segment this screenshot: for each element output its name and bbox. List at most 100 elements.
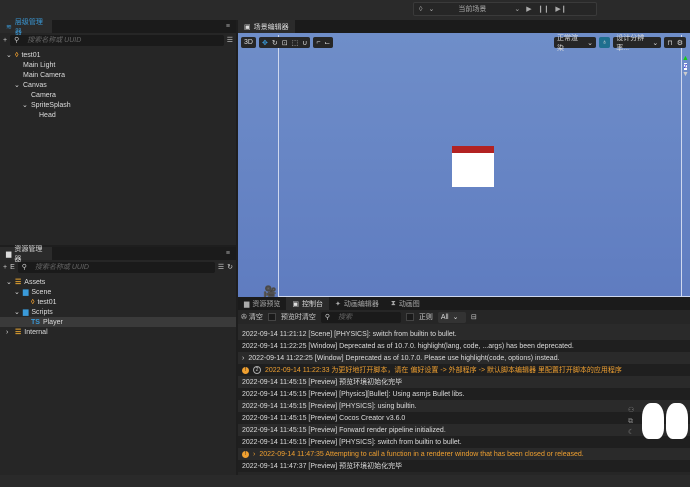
scene-tabbar: ▣ 场景编辑器 [238,20,690,33]
mascot-image [642,403,688,439]
chevron-down-icon[interactable]: ⌄ [428,5,434,13]
axis-gizmo-icon[interactable]: ▲ z ▼ [682,55,689,79]
menu-icon[interactable]: ≡ [219,247,236,260]
regex-checkbox[interactable] [405,313,414,321]
chevron-down-icon[interactable]: ⌄ [14,81,20,89]
tree-item[interactable]: ⌄ ▆ Scene [0,287,236,297]
log-text: 2022-09-14 11:21:12 [Scene] [PHYSICS]: s… [242,330,457,338]
log-entry[interactable]: 2022-09-14 11:45:15 [Preview] Forward re… [238,424,690,436]
play-icon[interactable]: ▶ [526,5,531,13]
tab-hierarchy[interactable]: ≋ 层级管理器 [0,19,52,36]
scene-viewport[interactable]: 3D ✥ ↻ ⊡ ⬚ ∪ ⌐ ⌙ 正常渲染 ⌄ ♁ 设计分辨率... ⌄ ⊓ ⚙ ▲ z ▼ 🎥 [238,33,690,298]
log-entry[interactable]: › 2022-09-14 11:22:25 [Window] Deprecated… [238,352,690,364]
list-icon[interactable]: ☰ [218,263,224,271]
tab-console-0[interactable]: ▆ 资源预览 [238,297,287,310]
log-entry[interactable]: ! 2 2022-09-14 11:22:33 为更好地打开脚本，请在 偏好设置 -… [238,364,690,376]
cocos-icon[interactable]: ◊ [419,6,422,13]
add-icon[interactable]: + [3,37,7,44]
console-panel: ▆ 资源预览 ▣ 控制台 ✦ 动画编辑器 ⧗ 动画图 ✇ 清空 预览时清空 ⚲ 搜索 正则 Al… [238,297,690,475]
light-toggle[interactable]: ♁ [599,37,611,48]
tab-console-1[interactable]: ▣ 控制台 [286,297,330,310]
canvas-border [278,35,279,297]
tree-item[interactable]: ⌄ Canvas [0,80,236,90]
chevron-right-icon[interactable]: › [253,451,255,458]
tab-label: 控制台 [302,300,324,308]
chevron-down-icon[interactable]: ⌄ [14,308,20,316]
chat-icon[interactable]: ⚇ [628,405,634,416]
scene-icon: ◊ [15,51,19,59]
tab-console-2[interactable]: ✦ 动画编辑器 [329,297,385,310]
log-entry[interactable]: 2022-09-14 11:45:15 [Preview] 预览环境初始化完毕 [238,376,690,388]
rect-icon[interactable]: ⬚ [292,39,299,47]
moon-icon[interactable]: ☾ [628,427,634,438]
log-entry[interactable]: 2022-09-14 11:21:12 [Scene] [PHYSICS]: s… [238,328,690,340]
console-search-input[interactable]: ⚲ 搜索 [320,311,401,323]
chevron-right-icon[interactable]: › [6,329,12,336]
tree-item-label: Canvas [23,81,47,89]
tree-item[interactable]: ⌄ ▆ Scripts [0,307,236,317]
log-entry[interactable]: 2022-09-14 11:45:15 [Preview] [PHYSICS]:… [238,436,690,448]
log-entry[interactable]: 2022-09-14 11:22:25 [Window] Deprecated … [238,340,690,352]
log-entry[interactable]: 2022-09-14 11:47:37 [Preview] 预览环境初始化完毕 [238,460,690,472]
3d-toggle[interactable]: 3D [241,37,256,48]
scale-icon[interactable]: ⊡ [282,39,288,47]
tree-item[interactable]: Head [0,110,236,120]
chevron-down-icon[interactable]: ⌄ [6,51,12,59]
tree-item-label: Assets [24,278,46,286]
sprite-splash[interactable] [452,146,494,187]
level-select[interactable]: All ⌄ [437,311,466,323]
move-icon[interactable]: ✥ [262,39,268,47]
log-entry[interactable]: 2022-09-14 11:45:15 [Preview] Cocos Crea… [238,412,690,424]
log-entry[interactable]: ! › 2022-09-14 11:47:35 Attempting to call… [238,448,690,460]
clear-button[interactable]: ✇ 清空 [241,312,263,322]
snap-icon[interactable]: ∪ [302,39,307,47]
tree-item[interactable]: ⌄ SpriteSplash [0,100,236,110]
copy-icon[interactable]: ⧉ [628,416,634,427]
log-file-icon[interactable]: ⊟ [471,313,477,321]
scene-settings[interactable]: ⊓ ⚙ [664,37,686,48]
chevron-down-icon[interactable]: ⌄ [22,101,28,109]
tab-label: 动画图 [398,300,420,308]
local-icon[interactable]: ⌙ [324,39,330,47]
tree-item-label: Player [42,318,63,326]
tree-item[interactable]: Camera [0,90,236,100]
chevron-down-icon[interactable]: ⌄ [6,278,12,286]
preview-icon: ▆ [244,300,250,308]
refresh-icon[interactable]: ↻ [227,263,233,271]
pivot-icon[interactable]: ⌐ [316,39,320,46]
step-icon[interactable]: ▶❙ [555,5,566,13]
menu-icon[interactable]: ≡ [219,20,236,33]
resolution-select[interactable]: 设计分辨率... ⌄ [613,35,662,52]
scene-select[interactable]: 当前场景 [458,4,508,14]
clear-on-preview-checkbox[interactable] [267,313,276,321]
log-entry[interactable]: 2022-09-14 11:45:15 [Preview] [Physics][… [238,388,690,400]
tree-item[interactable]: ⌄ ☰ Assets [0,277,236,287]
tree-item[interactable]: ⌄ ◊ test01 [0,50,236,60]
search-icon: ⚲ [324,314,330,321]
tree-item[interactable]: › ☰ Internal [0,327,236,337]
chevron-down-icon[interactable]: ⌄ [14,288,20,296]
tree-item[interactable]: Main Light [0,60,236,70]
tree-item-label: test01 [21,51,41,59]
hierarchy-search-input[interactable]: ⚲ 搜索名称或 UUID [10,34,224,46]
assets-search-input[interactable]: ⚲ 搜索名称或 UUID [17,261,215,273]
warning-icon: ! [242,450,249,458]
folder-icon: ▆ [23,289,29,296]
rotate-icon[interactable]: ↻ [272,39,278,47]
render-mode-select[interactable]: 正常渲染 ⌄ [554,35,596,52]
chevron-down-icon[interactable]: ⌄ [514,5,520,13]
tree-item-label: Head [39,111,56,119]
list-icon[interactable]: ☰ [227,36,233,44]
add-icon[interactable]: + [3,264,7,271]
tree-item[interactable]: Main Camera [0,70,236,80]
log-entry[interactable]: 2022-09-14 11:45:15 [Preview] [PHYSICS]:… [238,400,690,412]
tree-item[interactable]: ◊ test01 [0,297,236,307]
status-bar [0,475,690,487]
chevron-right-icon[interactable]: › [242,355,244,362]
tab-assets[interactable]: ▆ 资源管理器 [0,246,52,263]
tab-console-3[interactable]: ⧗ 动画图 [384,297,426,310]
pause-icon[interactable]: ❙❙ [538,5,550,13]
sort-icon[interactable]: E [10,264,15,271]
tab-scene[interactable]: ▣ 场景编辑器 [238,20,295,33]
tree-item[interactable]: TS Player [0,317,236,327]
